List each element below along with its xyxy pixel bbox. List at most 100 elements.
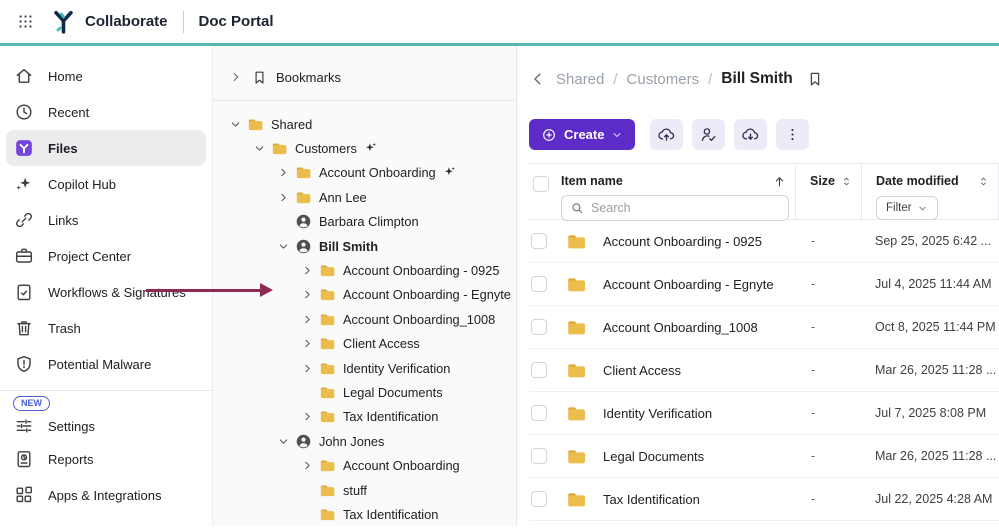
- sidebar-item-potential-malware[interactable]: Potential Malware: [6, 346, 206, 382]
- row-checkbox[interactable]: [531, 276, 547, 292]
- item-size: -: [811, 449, 816, 463]
- item-name-cell: Client Access: [559, 360, 795, 381]
- sidebar-item-settings[interactable]: Settings: [6, 411, 206, 441]
- item-date-modified: Oct 8, 2025 11:44 PM: [875, 320, 996, 334]
- app-launcher-icon[interactable]: [12, 9, 38, 35]
- row-checkbox[interactable]: [531, 405, 547, 421]
- chevron-right-icon[interactable]: [301, 312, 319, 326]
- tree-item-legal-documents[interactable]: Legal Documents: [213, 380, 516, 404]
- share-button[interactable]: [692, 119, 726, 150]
- chevron-right-icon[interactable]: [301, 459, 319, 473]
- tree-item-tax-identification[interactable]: Tax Identification: [213, 405, 516, 429]
- tree-item-client-access[interactable]: Client Access: [213, 332, 516, 356]
- chevron-right-icon[interactable]: [277, 190, 295, 204]
- search-input[interactable]: [591, 201, 780, 215]
- tree-item-label: Account Onboarding: [343, 458, 460, 474]
- column-item-name[interactable]: Item name: [561, 174, 623, 188]
- sidebar-item-apps-integrations[interactable]: Apps & Integrations: [6, 477, 206, 513]
- ai-sparkle-icon: [363, 141, 378, 156]
- tree-item-label: Account Onboarding - 0925: [343, 263, 500, 279]
- date-filter-button[interactable]: Filter: [876, 196, 938, 220]
- user-avatar-icon: [295, 433, 312, 450]
- briefcase-icon: [14, 246, 34, 266]
- table-row[interactable]: Account Onboarding_1008 - Oct 8, 2025 11:4…: [529, 306, 999, 349]
- filter-button-label: Filter: [886, 202, 912, 214]
- sort-ascending-icon[interactable]: [772, 174, 787, 189]
- tree-item-account-onboarding[interactable]: Account Onboarding: [213, 161, 516, 185]
- tree-item-label: Tax Identification: [343, 409, 439, 425]
- table-row[interactable]: Client Access - Mar 26, 2025 11:28 ...: [529, 349, 999, 392]
- sidebar-item-workflows-signatures[interactable]: Workflows & Signatures: [6, 274, 206, 310]
- breadcrumb-customers[interactable]: Customers: [627, 71, 700, 88]
- row-checkbox[interactable]: [531, 319, 547, 335]
- back-chevron-icon[interactable]: [529, 70, 547, 88]
- row-checkbox[interactable]: [531, 448, 547, 464]
- chevron-right-icon[interactable]: [301, 361, 319, 375]
- sidebar-item-files[interactable]: Files: [6, 130, 206, 166]
- upload-button[interactable]: [650, 119, 684, 150]
- chevron-right-icon[interactable]: [301, 337, 319, 351]
- table-row[interactable]: Legal Documents - Mar 26, 2025 11:28 ...: [529, 435, 999, 478]
- table-row[interactable]: Identity Verification - Jul 7, 2025 8:08 P…: [529, 392, 999, 435]
- select-all-checkbox[interactable]: [533, 176, 549, 192]
- tree-item-ann-lee[interactable]: Ann Lee: [213, 185, 516, 209]
- tree-item-account-onboarding-egnyte[interactable]: Account Onboarding - Egnyte: [213, 283, 516, 307]
- tree-item-stuff[interactable]: stuff: [213, 478, 516, 502]
- tree-item-shared[interactable]: Shared: [213, 112, 516, 136]
- tree-item-tax-identification[interactable]: Tax Identification: [213, 502, 516, 526]
- tree-item-customers[interactable]: Customers: [213, 136, 516, 160]
- sidebar-item-trash[interactable]: Trash: [6, 310, 206, 346]
- chevron-down-icon[interactable]: [277, 239, 295, 253]
- tree-item-label: Account Onboarding: [319, 165, 436, 181]
- chevron-right-icon[interactable]: [277, 166, 295, 180]
- item-size: -: [811, 320, 816, 334]
- row-checkbox[interactable]: [531, 491, 547, 507]
- folder-icon: [319, 384, 336, 401]
- tree-item-account-onboarding[interactable]: Account Onboarding: [213, 453, 516, 477]
- link-icon: [14, 210, 34, 230]
- more-actions-button[interactable]: [776, 119, 810, 150]
- chevron-right-icon[interactable]: [301, 410, 319, 424]
- chevron-right-icon[interactable]: [301, 288, 319, 302]
- sidebar-item-copilot-hub[interactable]: Copilot Hub: [6, 166, 206, 202]
- item-name-cell: Account Onboarding - 0925: [559, 231, 795, 252]
- tree-item-john-jones[interactable]: John Jones: [213, 429, 516, 453]
- sidebar-item-reports[interactable]: Reports: [6, 441, 206, 477]
- table-row[interactable]: Account Onboarding - Egnyte - Jul 4, 2025 …: [529, 263, 999, 306]
- sort-icon[interactable]: [840, 175, 853, 188]
- sidebar-item-links[interactable]: Links: [6, 202, 206, 238]
- sidebar-item-home[interactable]: Home: [6, 58, 206, 94]
- sort-icon[interactable]: [977, 175, 990, 188]
- create-button[interactable]: Create: [529, 119, 636, 150]
- chevron-down-icon[interactable]: [229, 117, 247, 131]
- chevron-down-icon[interactable]: [277, 434, 295, 448]
- tree-item-bill-smith[interactable]: Bill Smith: [213, 234, 516, 258]
- tree-item-barbara-climpton[interactable]: Barbara Climpton: [213, 210, 516, 234]
- user-check-icon: [699, 125, 718, 144]
- sidebar-item-recent[interactable]: Recent: [6, 94, 206, 130]
- table-row[interactable]: Account Onboarding - 0925 - Sep 25, 2025 6…: [529, 220, 999, 263]
- breadcrumb-shared[interactable]: Shared: [556, 71, 604, 88]
- column-size[interactable]: Size: [810, 174, 835, 188]
- chevron-right-icon[interactable]: [301, 264, 319, 278]
- table-row[interactable]: Tax Identification - Jul 22, 2025 4:28 AM: [529, 478, 999, 521]
- table-header: Item name Size: [529, 163, 999, 221]
- chevron-right-icon[interactable]: [229, 70, 243, 84]
- folder-icon: [247, 116, 264, 133]
- column-date-modified[interactable]: Date modified: [876, 174, 959, 188]
- user-avatar-icon: [295, 238, 312, 255]
- sidebar-nav-list: Home Recent Files Copilot Hub Links Project C…: [0, 58, 212, 382]
- bookmark-toggle-icon[interactable]: [806, 70, 824, 88]
- download-button[interactable]: [734, 119, 768, 150]
- tree-item-identity-verification[interactable]: Identity Verification: [213, 356, 516, 380]
- row-checkbox[interactable]: [531, 362, 547, 378]
- tree-item-account-onboarding-1008[interactable]: Account Onboarding_1008: [213, 307, 516, 331]
- tree-item-account-onboarding-0925[interactable]: Account Onboarding - 0925: [213, 258, 516, 282]
- tree-item-label: Barbara Climpton: [319, 214, 419, 230]
- sidebar-item-project-center[interactable]: Project Center: [6, 238, 206, 274]
- tree-item-bookmarks[interactable]: Bookmarks: [213, 64, 516, 90]
- row-checkbox[interactable]: [531, 233, 547, 249]
- item-name-cell: Account Onboarding - Egnyte: [559, 274, 795, 295]
- cloud-upload-icon: [657, 125, 676, 144]
- chevron-down-icon[interactable]: [253, 142, 271, 156]
